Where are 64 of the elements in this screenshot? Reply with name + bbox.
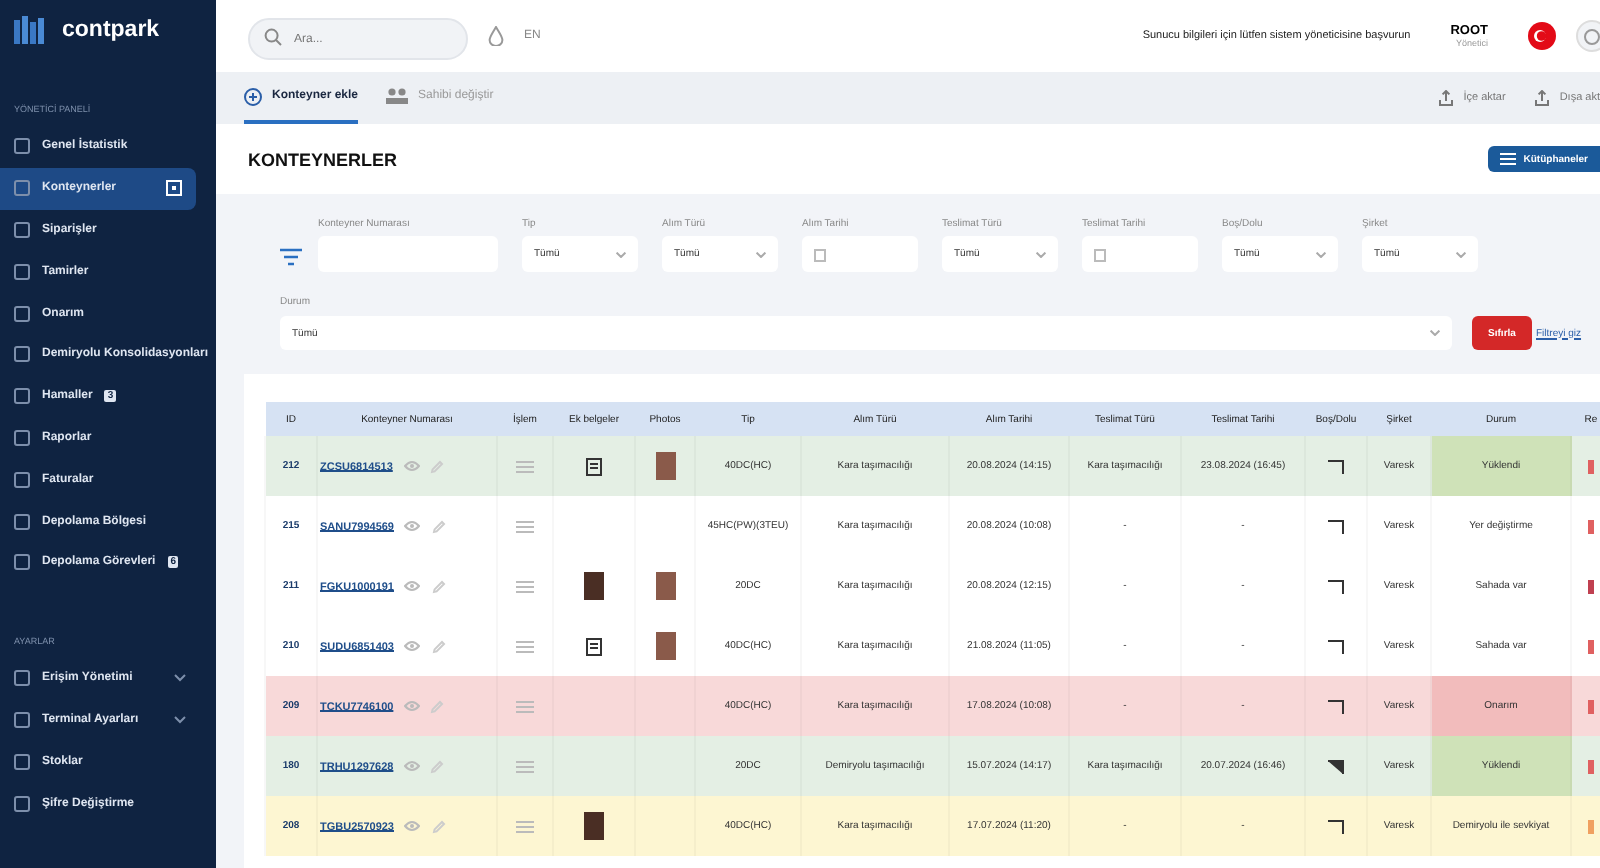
pencil-icon[interactable] [430, 699, 445, 713]
document-icon[interactable] [586, 457, 602, 475]
eye-icon[interactable] [404, 640, 421, 652]
menu-item-icon [14, 346, 30, 363]
date-field[interactable] [1082, 236, 1198, 272]
chevron-down-icon [756, 251, 766, 257]
pencil-icon[interactable] [431, 819, 446, 833]
photo-placeholder[interactable] [655, 452, 675, 480]
menu-item-icon [14, 388, 30, 405]
chevron-down-icon [1316, 251, 1326, 257]
list-icon[interactable] [516, 519, 534, 533]
photo-placeholder[interactable] [655, 572, 675, 600]
eye-icon[interactable] [404, 760, 421, 772]
menu-item-icon [14, 753, 30, 770]
drop-icon[interactable] [488, 26, 504, 46]
pencil-icon[interactable] [431, 579, 446, 593]
users-icon [386, 88, 409, 104]
menu-item-icon [14, 471, 30, 488]
menu-item-icon [14, 180, 30, 197]
logo-icon [14, 16, 50, 44]
menu-item-icon [14, 263, 30, 280]
search-icon [264, 27, 282, 45]
document-icon[interactable] [586, 637, 602, 655]
menu-item-icon [14, 138, 30, 155]
list-icon[interactable] [516, 459, 534, 473]
menu-item-icon [14, 429, 30, 446]
eye-icon[interactable] [404, 520, 421, 532]
chevron-down-icon [616, 251, 626, 257]
photo-placeholder[interactable] [655, 632, 675, 660]
chevron-down-icon [1430, 330, 1440, 336]
page-title: KONTEYNERLER [248, 149, 398, 169]
pencil-icon[interactable] [431, 519, 446, 533]
list-icon[interactable] [516, 819, 534, 833]
upload-icon [1533, 90, 1550, 106]
menu-item-icon [14, 795, 30, 812]
date-field[interactable] [802, 236, 918, 272]
menu-item-icon [14, 221, 30, 238]
list-icon[interactable] [516, 639, 534, 653]
flag-icon[interactable] [1528, 22, 1556, 50]
menu-item-icon [14, 670, 30, 687]
pencil-icon[interactable] [430, 459, 445, 473]
list-icon[interactable] [516, 579, 534, 593]
logo-text: contpark [62, 18, 160, 42]
menu-item-icon [14, 554, 30, 571]
pencil-icon[interactable] [430, 759, 445, 773]
upload-icon [1437, 90, 1454, 106]
plus-circle-icon [244, 87, 262, 105]
menu-item-icon [14, 305, 30, 322]
menu-item-icon [14, 711, 30, 728]
list-icon[interactable] [516, 759, 534, 773]
menu-item-icon [14, 513, 30, 530]
menu-icon [1499, 152, 1516, 166]
chevron-down-icon [1456, 251, 1466, 257]
chevron-down-icon [1036, 251, 1046, 257]
pencil-icon[interactable] [431, 639, 446, 653]
expand-icon [166, 180, 182, 197]
list-icon[interactable] [516, 699, 534, 713]
eye-icon[interactable] [404, 820, 421, 832]
eye-icon[interactable] [404, 580, 421, 592]
calendar-icon [814, 247, 826, 261]
calendar-icon [1094, 247, 1106, 261]
eye-icon[interactable] [403, 460, 420, 472]
filter-icon[interactable] [280, 248, 302, 266]
eye-icon[interactable] [404, 700, 421, 712]
